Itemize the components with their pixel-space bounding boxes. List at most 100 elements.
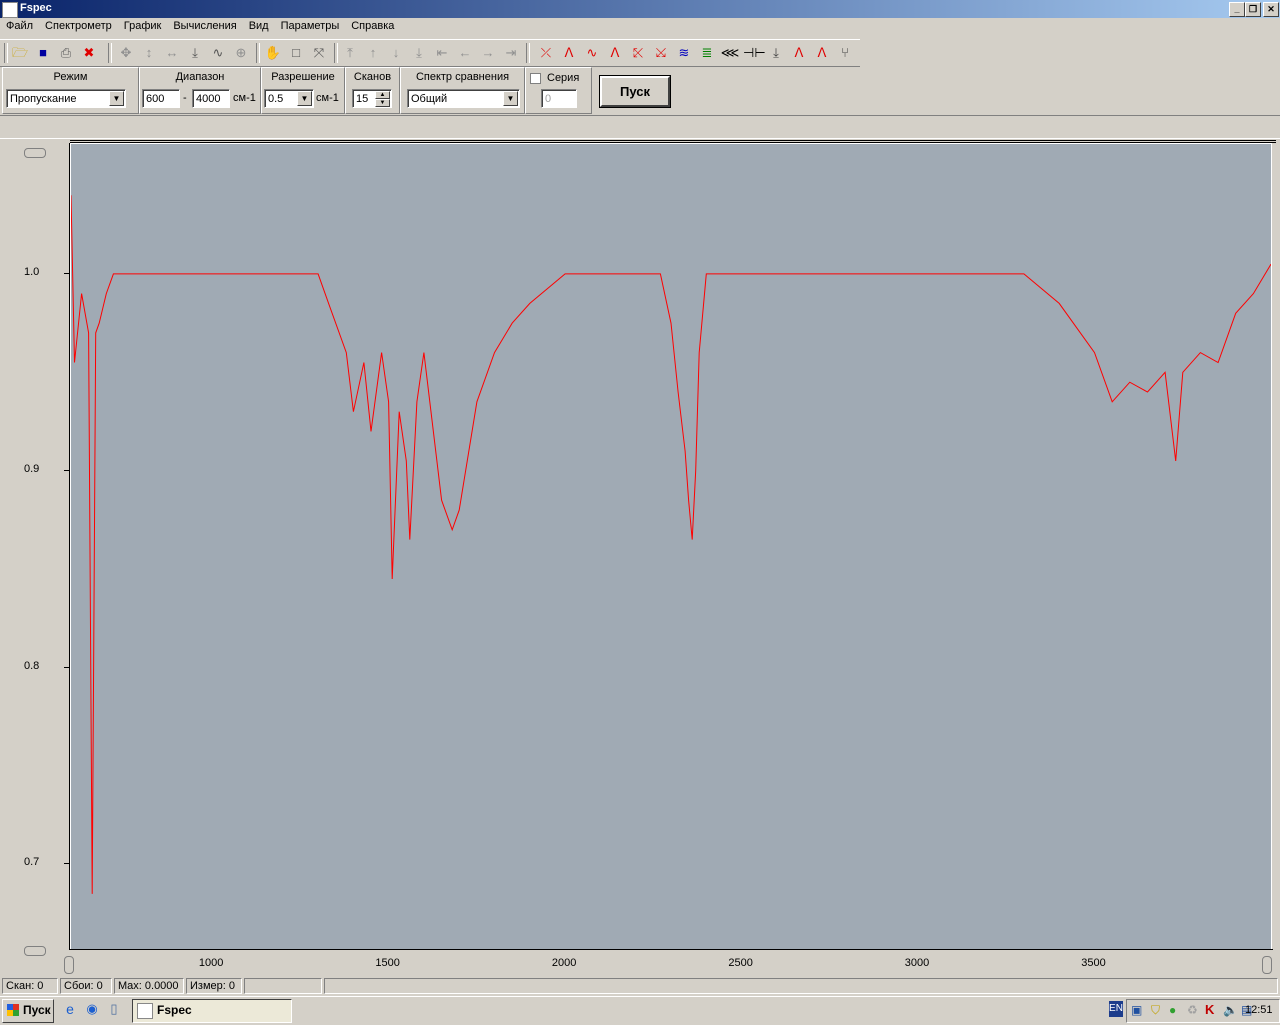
bottom-icon[interactable]: ⤓ — [409, 43, 429, 63]
horizontal-scale-icon[interactable]: ↔ — [162, 43, 182, 63]
menu-calculations[interactable]: Вычисления — [167, 18, 242, 32]
series-group: Серия 0 — [525, 67, 592, 114]
y-tick-mark — [64, 272, 69, 274]
save-icon[interactable]: ■ — [33, 43, 53, 63]
y-scroll-top-handle[interactable] — [24, 148, 46, 158]
mode-value: Пропускание — [10, 93, 77, 105]
series-checkbox[interactable] — [530, 73, 541, 84]
spin-down-icon[interactable]: ▼ — [375, 99, 390, 107]
minimize-button[interactable]: _ — [1229, 2, 1245, 17]
separator — [108, 43, 112, 63]
range-group: Диапазон 600 - 4000 см-1 — [139, 67, 261, 114]
menu-spectrometer[interactable]: Спектрометр — [39, 18, 118, 32]
network-icon[interactable]: ▣ — [1131, 1003, 1142, 1017]
close-button[interactable]: ✕ — [1263, 2, 1279, 17]
browser-icon[interactable]: ◉ — [84, 1001, 100, 1017]
menu-file[interactable]: Файл — [0, 18, 39, 32]
up-icon[interactable]: ↑ — [363, 43, 383, 63]
right-icon[interactable]: → — [478, 43, 498, 63]
zoom-icon[interactable]: ⊕ — [231, 43, 251, 63]
volume-icon[interactable]: 🔈 — [1223, 1003, 1238, 1017]
sync-icon[interactable]: ♻ — [1187, 1003, 1198, 1017]
range-label: Диапазон — [175, 71, 225, 83]
resolution-unit: см-1 — [316, 92, 339, 104]
x-scroll-left-handle[interactable] — [64, 956, 74, 974]
y-scroll-bottom-handle[interactable] — [24, 946, 46, 956]
spectrum-tool-14-icon[interactable]: ⑂ — [835, 43, 855, 63]
down-icon[interactable]: ↓ — [386, 43, 406, 63]
y-tick-label: 1.0 — [24, 265, 40, 278]
range-to-input[interactable]: 4000 — [192, 89, 230, 108]
file-icon[interactable]: ▯ — [106, 1001, 122, 1017]
plot-area[interactable] — [70, 143, 1272, 950]
first-icon[interactable]: ⇤ — [432, 43, 452, 63]
series-label: Серия — [547, 72, 580, 84]
peak-icon[interactable]: ∿ — [208, 43, 228, 63]
series-input[interactable]: 0 — [541, 89, 577, 108]
spectrum-tool-2-icon[interactable]: ᐱ — [559, 43, 579, 63]
resolution-group: Разрешение 0.5 ▼ см-1 — [261, 67, 345, 114]
range-from-input[interactable]: 600 — [142, 89, 180, 108]
start-menu-button[interactable]: Пуск — [2, 999, 54, 1023]
spectrum-tool-8-icon[interactable]: ≣ — [697, 43, 717, 63]
ie-icon[interactable]: e — [62, 1001, 78, 1017]
menu-view[interactable]: Вид — [243, 18, 275, 32]
separator — [334, 43, 338, 63]
spectrum-tool-10-icon[interactable]: ⊣⊢ — [743, 43, 766, 63]
spectrum-tool-4-icon[interactable]: ᐱ — [605, 43, 625, 63]
mode-select[interactable]: Пропускание ▼ — [6, 89, 126, 108]
chevron-down-icon[interactable]: ▼ — [503, 91, 518, 106]
x-scroll-right-handle[interactable] — [1262, 956, 1272, 974]
taskbar-app-fspec[interactable]: Fspec — [132, 999, 292, 1023]
title-bar: Fspec _ ❐ ✕ — [0, 0, 1280, 18]
left-icon[interactable]: ← — [455, 43, 475, 63]
chevron-down-icon[interactable]: ▼ — [109, 91, 124, 106]
app-icon — [137, 1003, 153, 1019]
hand-icon[interactable]: ✋ — [263, 43, 283, 63]
system-tray: ▣ ⛉ ● ♻ K 🔈 ▤ 12:51 — [1126, 999, 1280, 1023]
compare-label: Спектр сравнения — [415, 71, 510, 83]
baseline-icon[interactable]: ⤓ — [185, 43, 205, 63]
start-label: Пуск — [23, 1003, 51, 1017]
open-icon[interactable]: 🗁 — [10, 43, 30, 63]
scans-spinner[interactable]: 15 ▲ ▼ — [352, 89, 392, 108]
print-icon[interactable]: ⎙ — [56, 43, 76, 63]
spectrum-tool-1-icon[interactable]: ⤫ — [536, 43, 556, 63]
spectrum-tool-3-icon[interactable]: ∿ — [582, 43, 602, 63]
spectrum-line — [70, 195, 1272, 894]
select-rect-icon[interactable]: □ — [286, 43, 306, 63]
resolution-value: 0.5 — [268, 93, 284, 105]
chevron-down-icon[interactable]: ▼ — [297, 91, 312, 106]
spectrum-tool-6-icon[interactable]: ⤩ — [651, 43, 671, 63]
spectrum-tool-9-icon[interactable]: ⋘ — [720, 43, 740, 63]
vertical-scale-icon[interactable]: ↕ — [139, 43, 159, 63]
y-tick-mark — [64, 666, 69, 668]
top-icon[interactable]: ⤒ — [340, 43, 360, 63]
start-button[interactable]: Пуск — [599, 75, 671, 108]
move-icon[interactable]: ✥ — [116, 43, 136, 63]
status-icon[interactable]: ● — [1169, 1003, 1176, 1017]
spectrum-tool-11-icon[interactable]: ⤓ — [766, 43, 786, 63]
shield-icon[interactable]: ⛉ — [1151, 1003, 1160, 1018]
delete-icon[interactable]: ✖ — [79, 43, 99, 63]
range-dash: - — [183, 92, 187, 104]
autoscale-icon[interactable]: ⤧ — [309, 43, 329, 63]
spin-up-icon[interactable]: ▲ — [375, 91, 390, 99]
app-icon — [2, 2, 18, 18]
spectrum-tool-5-icon[interactable]: ⤪ — [628, 43, 648, 63]
antivirus-icon[interactable]: K — [1205, 1002, 1214, 1017]
status-max: Max: 0.0000 — [114, 978, 184, 994]
restore-button[interactable]: ❐ — [1245, 2, 1261, 17]
spectrum-tool-13-icon[interactable]: ᐱ — [812, 43, 832, 63]
last-icon[interactable]: ⇥ — [501, 43, 521, 63]
menu-help[interactable]: Справка — [345, 18, 400, 32]
resolution-select[interactable]: 0.5 ▼ — [264, 89, 314, 108]
y-axis-line — [69, 143, 70, 950]
toolbar: 🗁 ■ ⎙ ✖ ✥ ↕ ↔ ⤓ ∿ ⊕ ✋ □ ⤧ ⤒ ↑ ↓ ⤓ ⇤ ← → … — [0, 39, 860, 67]
compare-select[interactable]: Общий ▼ — [407, 89, 520, 108]
menu-graph[interactable]: График — [118, 18, 168, 32]
spectrum-tool-7-icon[interactable]: ≋ — [674, 43, 694, 63]
language-indicator[interactable]: EN — [1109, 1001, 1123, 1017]
menu-parameters[interactable]: Параметры — [275, 18, 346, 32]
spectrum-tool-12-icon[interactable]: ᐱ — [789, 43, 809, 63]
